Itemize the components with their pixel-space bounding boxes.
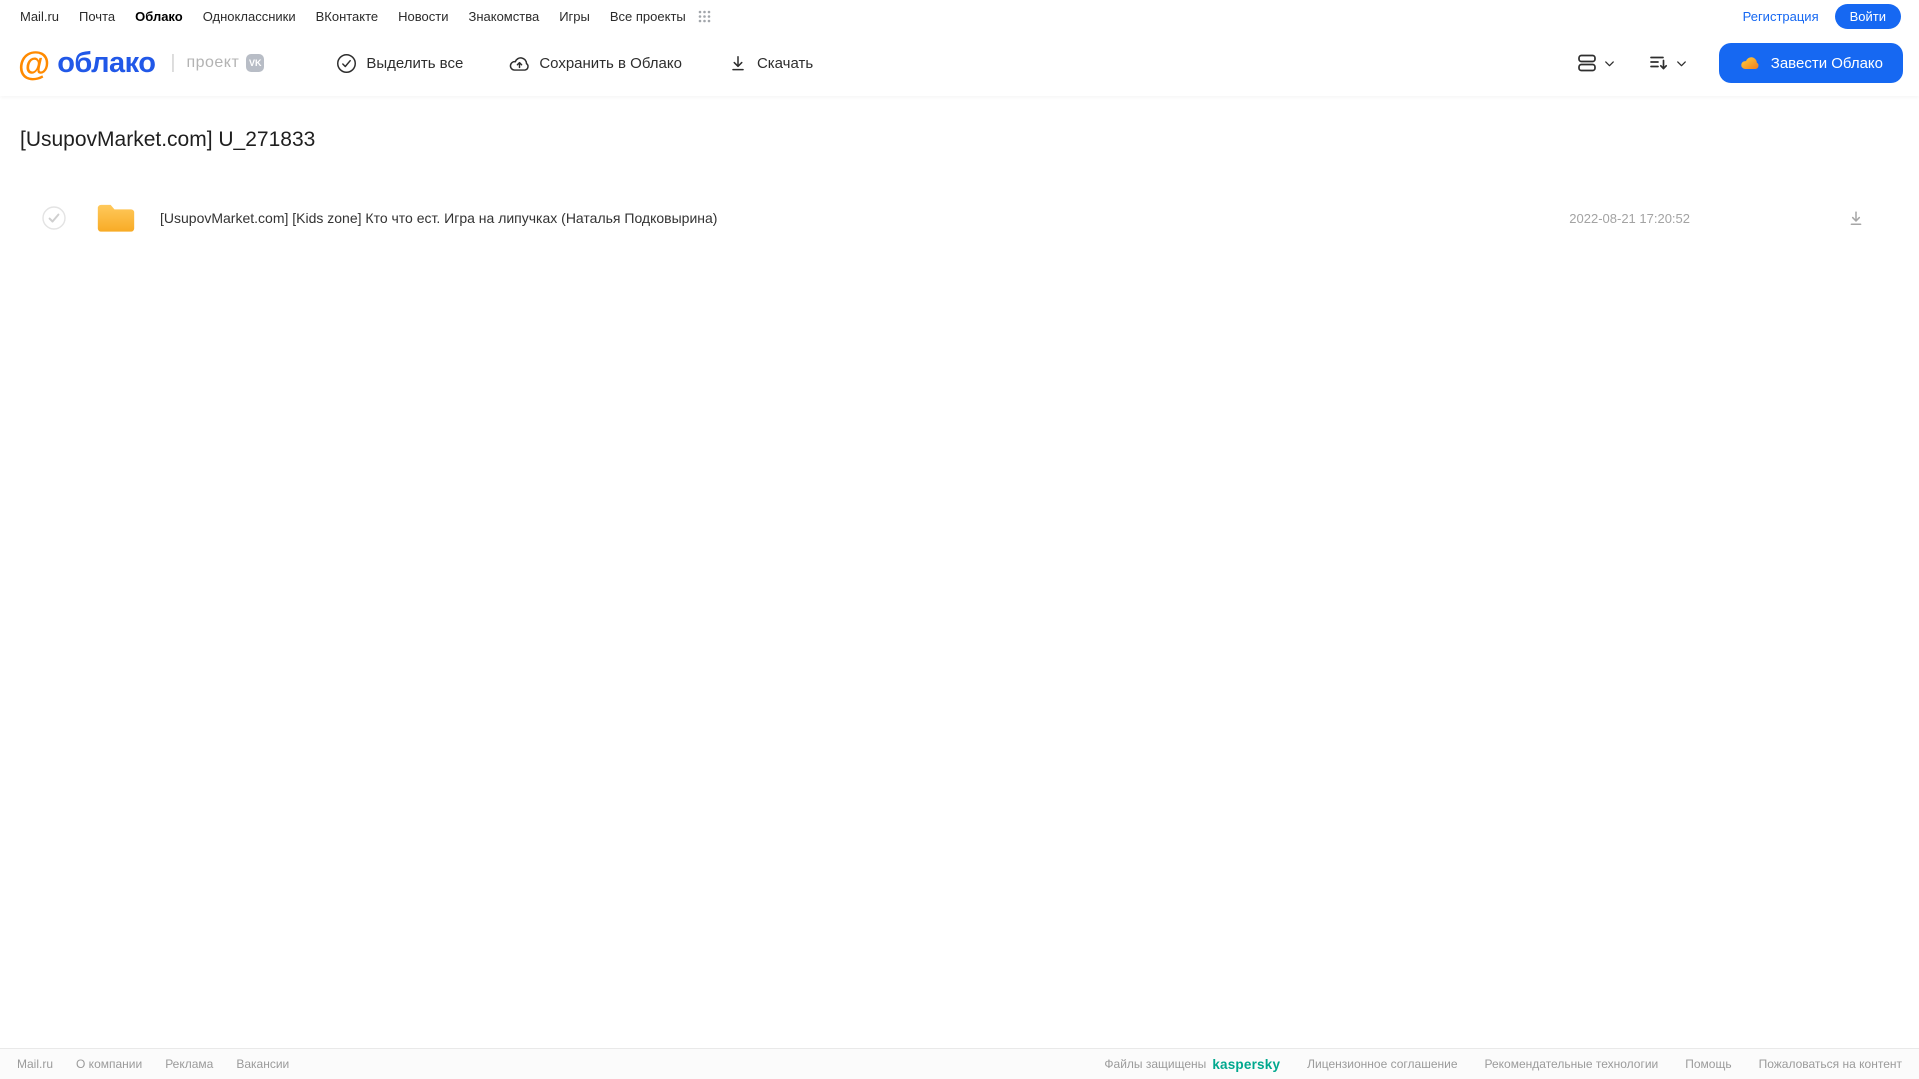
file-row[interactable]: [UsupovMarket.com] [Kids zone] Кто что е…: [20, 194, 1899, 242]
create-cloud-label: Завести Облако: [1770, 54, 1883, 72]
sort-dropdown[interactable]: [1647, 51, 1689, 75]
topnav-link-vkontakte[interactable]: ВКонтакте: [316, 9, 379, 24]
check-circle-icon: [336, 53, 357, 74]
footer-link-ads[interactable]: Реклама: [165, 1057, 213, 1071]
files-protected-label: Файлы защищены: [1104, 1057, 1207, 1071]
page-footer: Mail.ru О компании Реклама Вакансии Файл…: [0, 1048, 1919, 1079]
topnav-link-mail[interactable]: Почта: [79, 9, 115, 24]
topnav-link-news[interactable]: Новости: [398, 9, 448, 24]
file-name[interactable]: [UsupovMarket.com] [Kids zone] Кто что е…: [160, 210, 717, 226]
registration-link[interactable]: Регистрация: [1743, 9, 1819, 24]
footer-link-help[interactable]: Помощь: [1685, 1057, 1731, 1071]
topnav-link-cloud[interactable]: Облако: [135, 9, 183, 24]
save-to-cloud-label: Сохранить в Облако: [539, 54, 682, 72]
select-all-button[interactable]: Выделить все: [336, 53, 463, 74]
kaspersky-logo: kaspersky: [1212, 1056, 1281, 1072]
topnav-link-odnoklassniki[interactable]: Одноклассники: [203, 9, 296, 24]
row-checkbox[interactable]: [42, 206, 66, 230]
download-button[interactable]: Скачать: [728, 53, 813, 73]
folder-icon[interactable]: [96, 201, 136, 235]
sort-icon: [1649, 56, 1667, 70]
row-download-icon[interactable]: [1846, 208, 1866, 228]
cloud-logo-text: облако: [57, 46, 156, 79]
apps-grid-icon[interactable]: [698, 10, 711, 23]
project-label: проект: [186, 54, 240, 71]
footer-link-license[interactable]: Лицензионное соглашение: [1307, 1057, 1457, 1071]
portal-top-nav: Mail.ru Почта Облако Одноклассники ВКонт…: [0, 0, 1919, 30]
save-to-cloud-button[interactable]: Сохранить в Облако: [509, 53, 682, 74]
kaspersky-protection[interactable]: Файлы защищены kaspersky: [1104, 1057, 1280, 1072]
cloud-logo[interactable]: @ облако | проект VK: [18, 44, 265, 82]
logo-separator: |: [170, 52, 176, 73]
footer-link-jobs[interactable]: Вакансии: [236, 1057, 289, 1071]
footer-link-recommendations[interactable]: Рекомендательные технологии: [1485, 1057, 1659, 1071]
topnav-link-mailru[interactable]: Mail.ru: [20, 9, 59, 24]
download-label: Скачать: [756, 54, 814, 72]
view-mode-dropdown[interactable]: [1575, 51, 1617, 75]
footer-link-mailru[interactable]: Mail.ru: [17, 1057, 53, 1071]
vk-badge-icon: VK: [246, 54, 265, 72]
cloud-upload-icon: [509, 53, 530, 74]
page-title: [UsupovMarket.com] U_271833: [20, 128, 316, 151]
file-toolbar: Выделить все Сохранить в Облако Скачать: [336, 53, 813, 74]
footer-left-links: Mail.ru О компании Реклама Вакансии: [17, 1057, 289, 1071]
login-button[interactable]: Войти: [1834, 3, 1901, 29]
footer-right-links: Файлы защищены kaspersky Лицензионное со…: [1104, 1057, 1902, 1072]
select-all-label: Выделить все: [366, 54, 464, 72]
topnav-link-dating[interactable]: Знакомства: [468, 9, 539, 24]
footer-link-report-content[interactable]: Пожаловаться на контент: [1759, 1057, 1902, 1071]
footer-link-about[interactable]: О компании: [76, 1057, 142, 1071]
mailru-at-icon: @: [18, 44, 51, 82]
cloud-header: @ облако | проект VK Выделить все Сохран…: [0, 30, 1919, 96]
shared-folder-page: [UsupovMarket.com] U_271833 [UsupovMarke…: [0, 128, 1919, 242]
header-right-controls: Завести Облако: [1575, 43, 1903, 83]
create-cloud-button[interactable]: Завести Облако: [1718, 43, 1903, 83]
chevron-down-icon: [1676, 60, 1686, 66]
topnav-link-games[interactable]: Игры: [559, 9, 590, 24]
view-mode-icon: [1577, 54, 1596, 72]
topnav-link-all-projects[interactable]: Все проекты: [610, 9, 686, 24]
topnav-auth-area: Регистрация Войти: [1743, 3, 1901, 29]
orange-cloud-icon: [1739, 52, 1761, 74]
chevron-down-icon: [1604, 60, 1614, 66]
download-icon: [728, 53, 748, 73]
file-date: 2022-08-21 17:20:52: [1569, 210, 1690, 226]
